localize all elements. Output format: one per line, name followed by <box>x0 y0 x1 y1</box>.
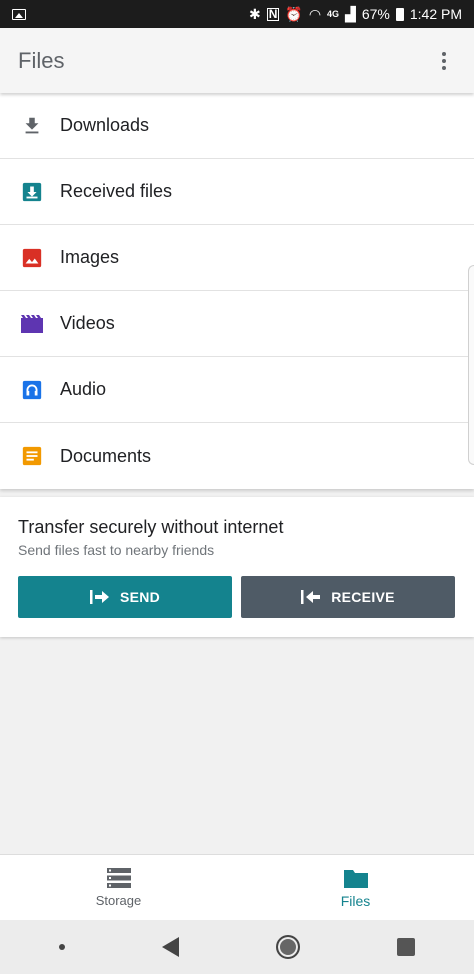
category-downloads[interactable]: Downloads <box>0 93 474 159</box>
app-bar: Files <box>0 28 474 93</box>
category-images[interactable]: Images <box>0 225 474 291</box>
headphones-icon <box>0 379 60 401</box>
category-label: Images <box>60 247 120 267</box>
status-bar: ✱ N ⏰ ◠ 4G ▟ 67% 1:42 PM <box>0 0 474 28</box>
transfer-subtitle: Send files fast to nearby friends <box>18 542 215 558</box>
category-videos[interactable]: Videos <box>0 291 474 357</box>
image-notification-icon <box>12 8 26 20</box>
send-label: SEND <box>119 589 161 605</box>
bottom-navigation: Storage Files <box>0 854 474 920</box>
transfer-card: Transfer securely without internet Send … <box>0 497 474 637</box>
category-list: Downloads Received files Images Videos A… <box>0 93 474 489</box>
receive-label: RECEIVE <box>331 589 395 605</box>
nav-storage-label: Storage <box>95 893 142 908</box>
category-label: Received files <box>60 181 173 201</box>
category-received-files[interactable]: Received files <box>0 159 474 225</box>
document-icon <box>0 445 60 467</box>
network-type: 4G <box>327 9 340 19</box>
battery-icon <box>395 7 404 21</box>
category-label: Audio <box>60 379 107 399</box>
folder-icon <box>343 869 368 888</box>
home-icon[interactable] <box>276 935 301 959</box>
page-title: Files <box>18 47 65 73</box>
clock: 1:42 PM <box>409 6 462 22</box>
video-icon <box>0 314 60 334</box>
image-icon <box>0 247 60 269</box>
receive-button[interactable]: RECEIVE <box>241 576 455 618</box>
download-icon <box>0 115 60 137</box>
recent-apps-icon[interactable] <box>397 938 416 956</box>
category-label: Downloads <box>60 115 150 135</box>
system-navigation-bar <box>0 920 474 974</box>
alarm-icon: ⏰ <box>285 5 303 22</box>
category-audio[interactable]: Audio <box>0 357 474 423</box>
receive-icon <box>301 590 321 604</box>
category-label: Videos <box>60 313 115 333</box>
send-button[interactable]: SEND <box>18 576 232 618</box>
signal-icon: ▟ <box>345 5 356 22</box>
send-icon <box>89 590 109 604</box>
transfer-title: Transfer securely without internet <box>18 517 284 537</box>
back-icon[interactable] <box>161 937 179 957</box>
nav-storage[interactable]: Storage <box>0 855 237 920</box>
category-documents[interactable]: Documents <box>0 423 474 489</box>
nav-files[interactable]: Files <box>237 855 474 920</box>
storage-icon <box>106 868 131 888</box>
scroll-handle[interactable] <box>468 265 474 465</box>
more-options-icon[interactable] <box>432 49 456 73</box>
category-label: Documents <box>60 445 152 466</box>
nfc-icon: N <box>266 6 280 21</box>
wifi-icon: ◠ <box>308 5 322 22</box>
received-files-icon <box>0 181 60 203</box>
dot-icon[interactable] <box>58 944 65 950</box>
bluetooth-icon: ✱ <box>248 5 261 22</box>
nav-files-label: Files <box>340 892 371 909</box>
battery-percent: 67% <box>361 6 390 22</box>
